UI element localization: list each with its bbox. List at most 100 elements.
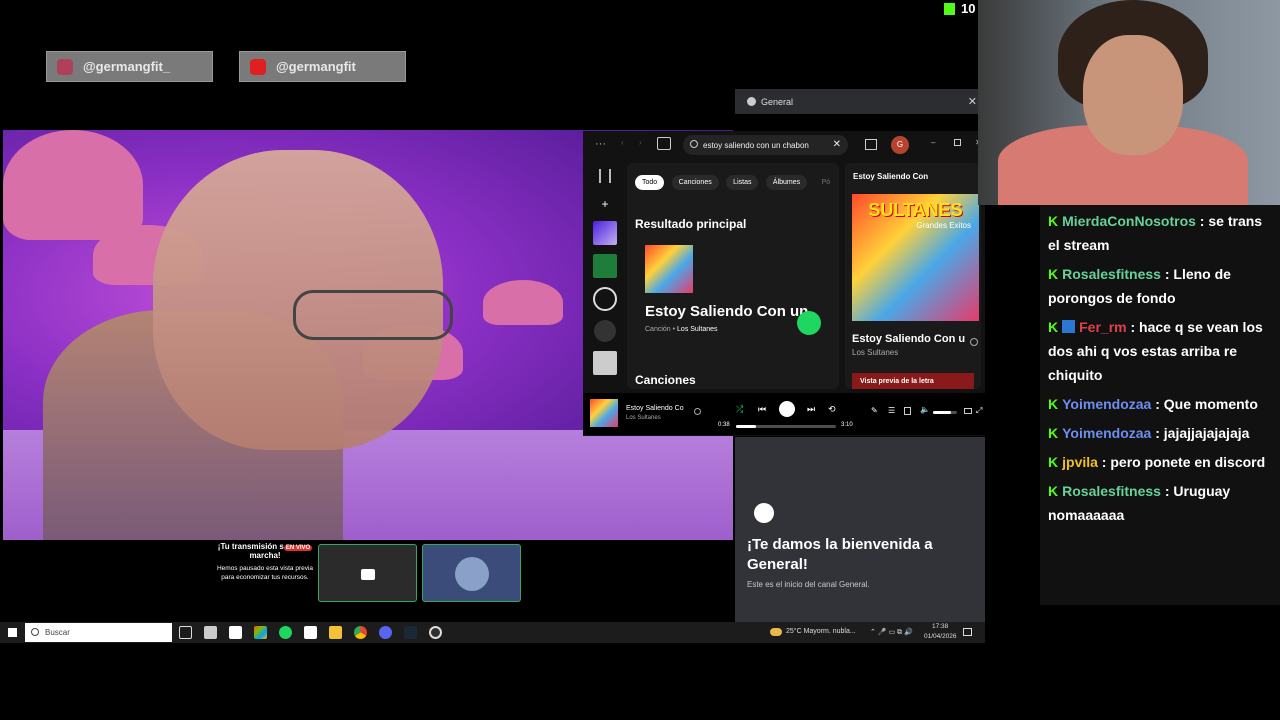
spotify-app-icon[interactable] — [279, 626, 292, 639]
previous-icon[interactable]: ⏮ — [758, 404, 766, 415]
glasses — [293, 290, 453, 340]
play-pause-button[interactable] — [779, 401, 795, 417]
calculator-icon[interactable] — [204, 626, 217, 639]
filter-chip-canciones[interactable]: Canciones — [671, 175, 719, 190]
chat-username[interactable]: Fer_rm — [1079, 319, 1126, 335]
youtube-app-icon[interactable] — [229, 626, 242, 639]
tray-icons[interactable]: ⌃ 🎤 ▭ ⧉ 🔊 — [870, 628, 913, 637]
close-icon[interactable]: ✕ — [968, 95, 977, 108]
add-icon[interactable] — [694, 408, 701, 415]
clock-time[interactable]: 17:38 — [932, 623, 948, 630]
capcut-icon[interactable] — [304, 626, 317, 639]
weather-text[interactable]: 25°C Mayorm. nubla... — [786, 628, 856, 635]
spotify-search-input[interactable]: estoy saliendo con un chabon ✕ — [683, 135, 848, 155]
spotify-main: Todo Canciones Listas Álbumes Pó Resulta… — [627, 163, 839, 389]
filter-chips: Todo Canciones Listas Álbumes Pó — [627, 163, 839, 198]
album-cover: SULTANES Grandes Exitos — [852, 194, 979, 321]
minimize-icon[interactable]: – — [931, 138, 935, 147]
duration: 3:10 — [841, 422, 853, 428]
player-artist[interactable]: Los Sultanes — [626, 415, 661, 421]
player-cover[interactable] — [590, 399, 618, 427]
queue-icon[interactable]: ☰ — [888, 406, 895, 415]
store-icon[interactable] — [254, 626, 267, 639]
filter-chip-listas[interactable]: Listas — [726, 175, 759, 190]
chat-message: Kjpvila : pero ponete en discord — [1048, 454, 1266, 470]
mushroom-decoration — [3, 130, 143, 240]
library-icon[interactable] — [599, 169, 611, 183]
windows-start-icon[interactable] — [8, 628, 17, 637]
liked-songs-icon[interactable] — [593, 221, 617, 245]
chat-bubble-icon — [747, 97, 756, 106]
kick-badge-icon: K — [1048, 319, 1059, 335]
volume-icon[interactable]: 🔈 — [920, 405, 930, 414]
taskbar-search-input[interactable]: Buscar — [25, 623, 172, 642]
obs-icon[interactable] — [429, 626, 442, 639]
top-result-type: Canción — [645, 326, 671, 333]
viewer-count: 10 — [961, 1, 976, 16]
task-view-icon[interactable] — [179, 626, 192, 639]
camera-preview-tile[interactable] — [318, 544, 417, 602]
chat-username[interactable]: Yoimendozaa — [1062, 425, 1151, 441]
spotify-topbar: ··· ‹ › estoy saliendo con un chabon ✕ G… — [583, 131, 985, 159]
saved-episodes-icon[interactable] — [593, 254, 617, 278]
notifications-icon[interactable] — [963, 628, 972, 636]
top-result-artist[interactable]: Los Sultanes — [677, 326, 717, 333]
now-playing-title[interactable]: Estoy Saliendo Con u — [852, 333, 965, 345]
chat-message: K MierdaConNosotros : se trans el stream — [1048, 213, 1263, 253]
shuffle-icon[interactable]: ⤮ — [736, 404, 743, 415]
back-icon[interactable]: ‹ — [621, 138, 624, 147]
browse-icon[interactable] — [865, 139, 877, 150]
maximize-icon[interactable] — [954, 139, 961, 146]
kick-badge-icon: K — [1048, 266, 1059, 282]
filter-chip-podcasts[interactable]: Pó — [815, 175, 838, 190]
chat-text: pero ponete en discord — [1110, 454, 1266, 470]
clock-date[interactable]: 01/04/2026 — [924, 633, 957, 640]
pause-button[interactable] — [797, 311, 821, 335]
more-icon[interactable]: ··· — [595, 138, 606, 150]
player-title[interactable]: Estoy Saliendo Co — [626, 405, 684, 412]
fullscreen-icon[interactable]: ⤢ — [976, 406, 982, 416]
next-icon[interactable]: ⏭ — [807, 404, 815, 415]
playlist-icon[interactable] — [593, 351, 617, 375]
top-result-cover[interactable] — [645, 245, 693, 293]
instagram-handle: @germangfit_ — [83, 59, 171, 74]
chat-username[interactable]: Rosalesfitness — [1062, 266, 1161, 282]
playlist-icon[interactable] — [594, 320, 616, 342]
progress-bar[interactable] — [736, 425, 836, 428]
chat-username[interactable]: Rosalesfitness — [1062, 483, 1161, 499]
lyrics-preview-button[interactable]: Vista previa de la letra — [852, 373, 974, 389]
mini-player-icon[interactable] — [964, 408, 972, 414]
repeat-icon[interactable]: ⟲ — [828, 404, 836, 415]
chat-username[interactable]: MierdaConNosotros — [1062, 213, 1196, 229]
filter-chip-albumes[interactable]: Álbumes — [765, 175, 808, 190]
weather-icon[interactable] — [770, 628, 782, 636]
chat-username[interactable]: Yoimendozaa — [1062, 396, 1151, 412]
user-avatar[interactable]: G — [891, 136, 909, 154]
search-value: estoy saliendo con un chabon — [703, 140, 809, 150]
volume-slider[interactable] — [933, 411, 957, 414]
songs-heading: Canciones — [635, 373, 696, 387]
preview-body: Hemos pausado esta vista previa para eco… — [216, 565, 314, 581]
forward-icon[interactable]: › — [639, 138, 642, 147]
discord-channel-view: ¡Te damos la bienvenida a General! Este … — [735, 437, 985, 622]
chat-username[interactable]: jpvila — [1062, 454, 1098, 470]
kick-badge-icon: K — [1048, 213, 1059, 229]
file-explorer-icon[interactable] — [329, 626, 342, 639]
add-to-playlist-icon[interactable] — [970, 338, 978, 346]
lyrics-icon[interactable]: ✎ — [871, 406, 878, 415]
progress-fill — [736, 425, 756, 428]
instagram-badge: @germangfit_ — [46, 51, 213, 82]
steam-icon[interactable] — [404, 626, 417, 639]
home-icon[interactable] — [657, 137, 671, 150]
chrome-icon[interactable] — [354, 626, 367, 639]
screen-preview-tile[interactable] — [422, 544, 521, 602]
filter-chip-todo[interactable]: Todo — [635, 175, 665, 190]
artist-icon[interactable] — [593, 287, 617, 311]
now-playing-artist[interactable]: Los Sultanes — [852, 348, 898, 357]
top-result-title[interactable]: Estoy Saliendo Con un — [645, 303, 808, 320]
channel-name: General — [761, 96, 794, 107]
add-icon[interactable]: + — [591, 197, 619, 211]
clear-search-icon[interactable]: ✕ — [833, 139, 841, 150]
device-icon[interactable] — [904, 407, 911, 415]
discord-app-icon[interactable] — [379, 626, 392, 639]
